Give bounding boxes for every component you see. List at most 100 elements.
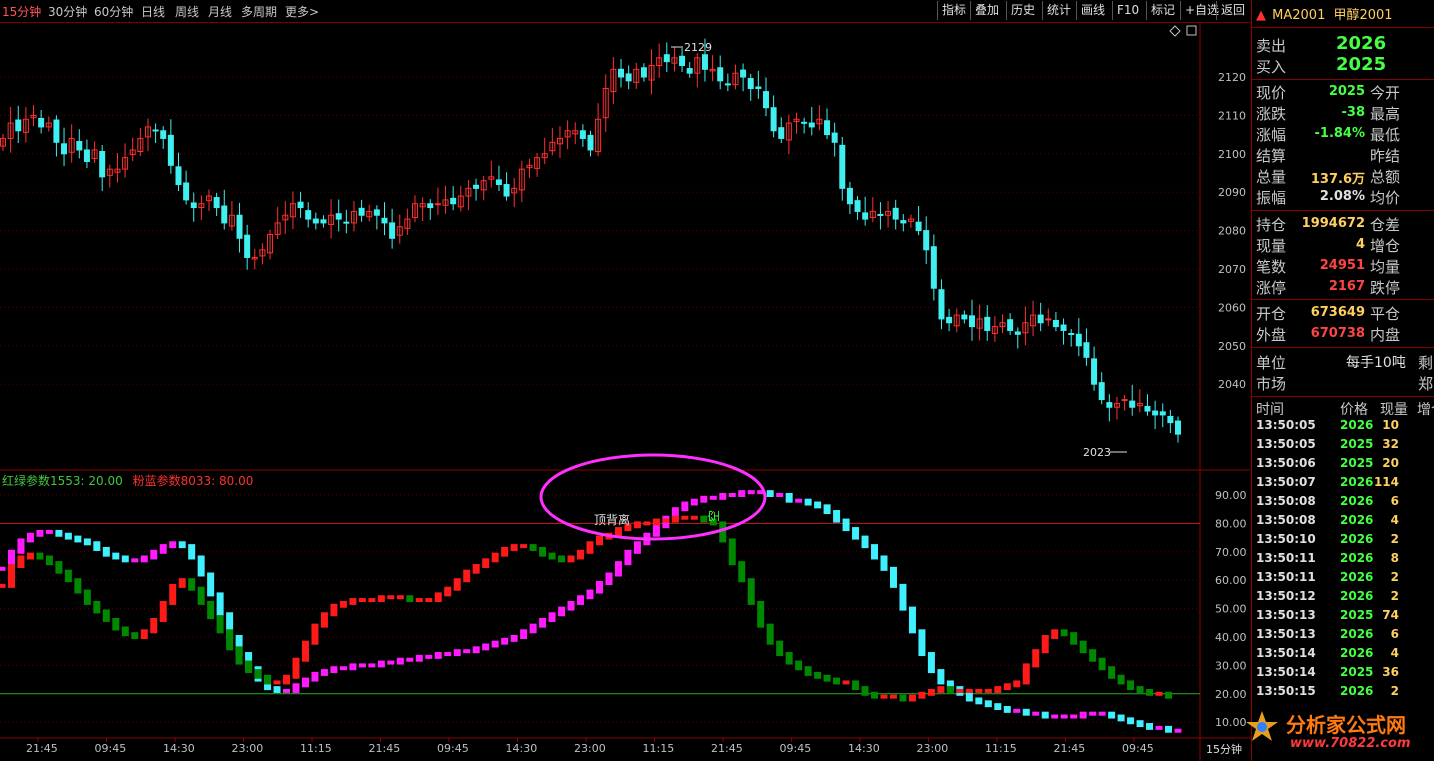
tick-price: 2026 [1340, 494, 1374, 508]
red-green-bar [17, 555, 25, 568]
period-multi[interactable]: 多周期 [241, 3, 277, 20]
tick-row: 13:50:06 2025 20 [1252, 456, 1434, 475]
tool-f10[interactable]: F10 [1112, 1, 1143, 20]
red-green-bar [889, 694, 897, 699]
red-green-bar [908, 694, 916, 702]
red-green-bar [1032, 649, 1040, 668]
tick-volume: 6 [1390, 627, 1399, 641]
time-axis-period: 15分钟 [1206, 742, 1242, 756]
red-green-bar [795, 660, 803, 671]
pink-blue-bar [444, 652, 452, 657]
red-green-bar [662, 518, 670, 523]
tool-draw[interactable]: 画线 [1076, 1, 1109, 20]
candle-body [877, 213, 884, 216]
period-week[interactable]: 周线 [175, 3, 199, 20]
candle-body [373, 209, 380, 216]
candle-body [938, 289, 945, 320]
tick-time: 13:50:11 [1256, 570, 1316, 584]
candle-body [831, 132, 838, 143]
tool-indicator[interactable]: 指标 [937, 1, 970, 20]
candle-body [1159, 411, 1166, 416]
tool-history[interactable]: 历史 [1006, 1, 1039, 20]
period-day[interactable]: 日线 [141, 3, 165, 20]
tick-volume: 20 [1382, 456, 1399, 470]
red-green-bar [984, 688, 992, 693]
tool-back[interactable]: 返回 [1216, 1, 1249, 20]
symbol-code: MA2001 [1272, 8, 1326, 23]
flag-icon: ▲ [1256, 8, 1266, 23]
quote-row-right-label: 总额 [1370, 168, 1401, 186]
pink-blue-bar [330, 666, 338, 674]
candle-body [335, 213, 342, 220]
red-green-bar [994, 686, 1002, 693]
red-green-bar [112, 617, 120, 631]
pink-blue-bar [975, 697, 983, 705]
tool-overlay[interactable]: 叠加 [970, 1, 1003, 20]
pink-blue-bar [510, 635, 518, 642]
pink-blue-bar [112, 552, 120, 560]
pink-blue-bar [548, 612, 556, 622]
chart-annotations: 2129 2023 顶背离 空 [539, 25, 1197, 541]
red-green-bar [1022, 663, 1030, 685]
candle-body [1037, 314, 1044, 324]
high-price-label: 2129 [684, 41, 712, 54]
pink-blue-bar [150, 549, 158, 560]
candle-body [701, 54, 708, 70]
time-tick-label: 23:00 [232, 742, 264, 755]
period-30min[interactable]: 30分钟 [48, 3, 87, 20]
candle-body [717, 67, 724, 82]
red-green-bar [368, 598, 376, 603]
pink-blue-bar [406, 657, 414, 662]
red-green-bar [937, 686, 945, 693]
price-tick-label: 2080 [1218, 225, 1246, 238]
tick-header-oi: 增仓 [1417, 402, 1434, 418]
tool-mark[interactable]: 标记 [1146, 1, 1179, 20]
pink-blue-bar [216, 592, 224, 617]
red-green-bar [548, 552, 556, 560]
candle-body [1075, 333, 1082, 347]
candle-body [778, 127, 785, 139]
time-tick-label: 21:45 [26, 742, 58, 755]
period-15min[interactable]: 15分钟 [2, 3, 41, 20]
tick-volume: 2 [1390, 684, 1399, 698]
tick-time: 13:50:14 [1256, 665, 1316, 679]
red-green-bar [918, 691, 926, 699]
tick-volume: 4 [1390, 513, 1399, 527]
pink-blue-bar [577, 595, 585, 605]
candle-body [1129, 400, 1136, 408]
pink-blue-bar [520, 629, 528, 639]
red-green-bar [169, 583, 177, 605]
pink-blue-bar [833, 510, 841, 523]
pink-blue-bar [937, 669, 945, 685]
candle-body [297, 201, 304, 209]
red-green-bar [93, 600, 101, 614]
pink-blue-bar [586, 589, 594, 600]
candle-body [1152, 410, 1159, 416]
period-month[interactable]: 月线 [208, 3, 232, 20]
red-green-bar [178, 578, 186, 588]
tick-price: 2026 [1340, 627, 1374, 641]
tool-stats[interactable]: 统计 [1042, 1, 1075, 20]
candle-body [389, 222, 396, 239]
period-more[interactable]: 更多> [285, 3, 319, 20]
red-green-bar [358, 598, 366, 603]
red-green-bar [652, 518, 660, 526]
pink-blue-bar [387, 660, 395, 665]
period-60min[interactable]: 60分钟 [94, 3, 133, 20]
watermark: 分析家公式网 www.70822.com [1240, 705, 1430, 757]
pink-blue-bar [178, 541, 186, 549]
pink-blue-bar [1060, 714, 1068, 719]
red-green-bar [956, 688, 964, 693]
pink-blue-bar [605, 572, 613, 586]
tick-row: 13:50:10 2026 2 [1252, 532, 1434, 551]
kline-chart[interactable]: 2120 2110 2100 2090 2080 2070 2060 2050 2040 90.… [0, 22, 1250, 761]
tick-price: 2026 [1340, 646, 1374, 660]
time-tick-label: 21:45 [1054, 742, 1086, 755]
red-green-bar [292, 657, 300, 679]
candle-body [1175, 420, 1181, 435]
pink-blue-bar [624, 549, 632, 566]
pink-blue-bar [131, 558, 139, 563]
pink-blue-bar [1098, 711, 1106, 716]
pink-blue-bar [1032, 711, 1040, 716]
pink-blue-bar [889, 566, 897, 588]
